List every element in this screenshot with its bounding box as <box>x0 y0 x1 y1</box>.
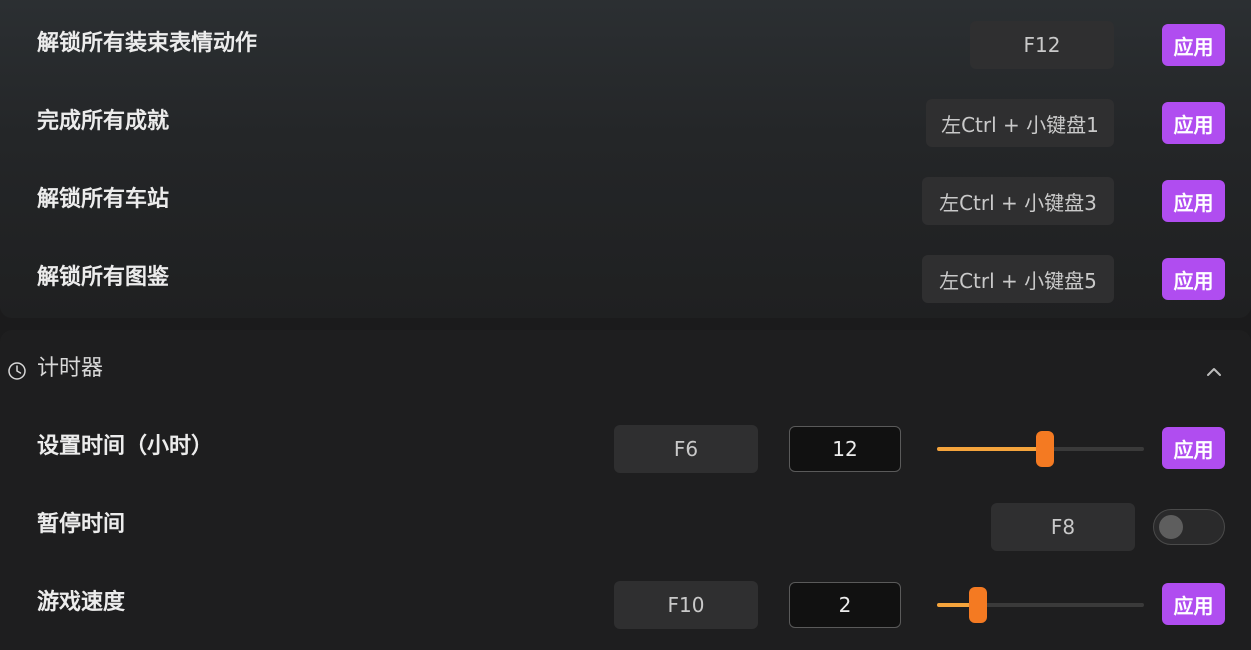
unlock-stations-label: 解锁所有车站 <box>37 187 170 212</box>
unlock-stations-hotkey[interactable]: 左Ctrl + 小键盘3 <box>922 177 1114 225</box>
complete-achievements-apply-button[interactable]: 应用 <box>1162 102 1225 144</box>
unlock-codex-label: 解锁所有图鉴 <box>37 265 170 290</box>
pause-time-label: 暂停时间 <box>37 512 126 537</box>
unlock-outfits-label: 解锁所有装束表情动作 <box>37 31 258 56</box>
timer-section-title: 计时器 <box>37 356 104 381</box>
game-speed-label: 游戏速度 <box>37 590 126 615</box>
slider-thumb[interactable] <box>969 587 988 623</box>
game-speed-hotkey[interactable]: F10 <box>614 581 758 629</box>
unlock-codex-hotkey[interactable]: 左Ctrl + 小键盘5 <box>922 255 1114 303</box>
complete-achievements-label: 完成所有成就 <box>37 109 170 134</box>
chevron-up-icon[interactable] <box>1204 362 1224 382</box>
game-speed-input[interactable]: 2 <box>789 582 901 628</box>
unlock-stations-apply-button[interactable]: 应用 <box>1162 180 1225 222</box>
unlock-codex-apply-button[interactable]: 应用 <box>1162 258 1225 300</box>
toggle-knob <box>1159 515 1183 539</box>
slider-fill <box>937 447 1045 451</box>
complete-achievements-hotkey[interactable]: 左Ctrl + 小键盘1 <box>926 99 1114 147</box>
set-time-slider[interactable] <box>937 431 1144 467</box>
game-speed-slider[interactable] <box>937 587 1144 623</box>
pause-time-toggle[interactable] <box>1153 509 1225 545</box>
unlock-outfits-hotkey[interactable]: F12 <box>970 21 1114 69</box>
pause-time-hotkey[interactable]: F8 <box>991 503 1135 551</box>
clock-icon <box>7 361 27 381</box>
unlock-outfits-apply-button[interactable]: 应用 <box>1162 24 1225 66</box>
set-time-label: 设置时间（小时） <box>37 434 214 459</box>
game-speed-apply-button[interactable]: 应用 <box>1162 583 1225 625</box>
set-time-hotkey[interactable]: F6 <box>614 425 758 473</box>
set-time-input[interactable]: 12 <box>789 426 901 472</box>
slider-thumb[interactable] <box>1035 431 1054 467</box>
set-time-apply-button[interactable]: 应用 <box>1162 427 1225 469</box>
